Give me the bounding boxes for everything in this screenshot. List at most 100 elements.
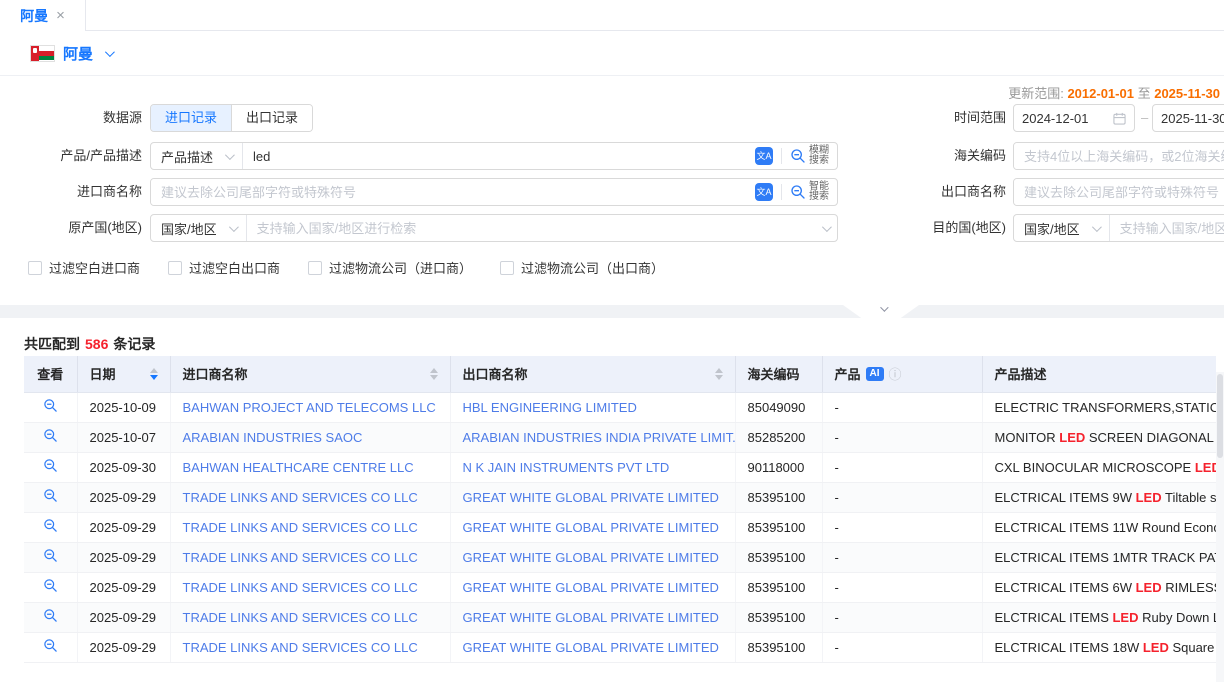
exporter-link[interactable]: HBL ENGINEERING LIMITED (463, 400, 637, 415)
importer-link[interactable]: TRADE LINKS AND SERVICES CO LLC (183, 610, 418, 625)
col-importer[interactable]: 进口商名称 (170, 356, 450, 392)
tab-oman[interactable]: 阿曼 × (0, 0, 86, 31)
filter-checkbox[interactable]: 过滤空白出口商 (168, 258, 280, 277)
vertical-scrollbar[interactable] (1216, 372, 1224, 682)
table-row: 2025-09-29 TRADE LINKS AND SERVICES CO L… (24, 542, 1216, 572)
sort-icon-date[interactable] (150, 368, 158, 380)
view-record-button[interactable] (43, 398, 58, 413)
calendar-icon (1113, 112, 1126, 125)
time-range-start-value: 2024-12-01 (1022, 111, 1089, 126)
importer-name-input[interactable] (151, 179, 755, 205)
view-record-button[interactable] (43, 488, 58, 503)
filter-checkbox[interactable]: 过滤物流公司（进口商） (308, 258, 472, 277)
checkbox-icon[interactable] (168, 261, 182, 275)
product-description: MONITOR LED SCREEN DIAGONAL S... (982, 422, 1216, 452)
checkbox-icon[interactable] (28, 261, 42, 275)
filter-checkbox[interactable]: 过滤物流公司（出口商） (500, 258, 664, 277)
importer-link[interactable]: ARABIAN INDUSTRIES SAOC (183, 430, 363, 445)
view-record-button[interactable] (43, 578, 58, 593)
translate-icon[interactable]: 文A (755, 147, 773, 165)
record-date: 2025-09-29 (77, 602, 170, 632)
importer-link[interactable]: BAHWAN HEALTHCARE CENTRE LLC (183, 460, 414, 475)
importer-link[interactable]: TRADE LINKS AND SERVICES CO LLC (183, 640, 418, 655)
time-range-end-input[interactable]: 2025-11-30 (1152, 104, 1224, 132)
info-icon[interactable]: ⓘ (889, 364, 902, 383)
col-view: 查看 (24, 356, 77, 392)
update-range-to: 2025-11-30 (1154, 86, 1220, 101)
exporter-link[interactable]: GREAT WHITE GLOBAL PRIVATE LIMITED (463, 520, 719, 535)
product-cell: - (822, 632, 982, 662)
tab-import-records[interactable]: 进口记录 (151, 105, 231, 131)
view-record-button[interactable] (43, 548, 58, 563)
smart-search-button[interactable]: 智能 搜索 (790, 182, 829, 202)
importer-link[interactable]: BAHWAN PROJECT AND TELECOMS LLC (183, 400, 436, 415)
exporter-link[interactable]: GREAT WHITE GLOBAL PRIVATE LIMITED (463, 490, 719, 505)
data-source-label: 数据源 (0, 104, 142, 132)
table-row: 2025-09-29 TRADE LINKS AND SERVICES CO L… (24, 512, 1216, 542)
results-panel: 共匹配到586条记录 查看 日期 进口商名称 出口商 (0, 318, 1224, 682)
table-row: 2025-10-09 BAHWAN PROJECT AND TELECOMS L… (24, 392, 1216, 422)
translate-icon[interactable]: 文A (755, 183, 773, 201)
origin-country-input[interactable] (247, 215, 818, 241)
filter-checkbox[interactable]: 过滤空白进口商 (28, 258, 140, 277)
sort-icon-importer[interactable] (430, 368, 438, 380)
exporter-link[interactable]: GREAT WHITE GLOBAL PRIVATE LIMITED (463, 640, 719, 655)
product-cell: - (822, 482, 982, 512)
magnifier-icon (43, 638, 58, 653)
destination-group: 国家/地区 (1013, 214, 1224, 242)
record-date: 2025-09-29 (77, 482, 170, 512)
hs-code-input-group (1013, 142, 1224, 170)
magnifier-icon (43, 488, 58, 503)
exporter-link[interactable]: ARABIAN INDUSTRIES INDIA PRIVATE LIMIT..… (463, 430, 736, 445)
destination-select[interactable]: 国家/地区 (1014, 215, 1110, 241)
exporter-label: 出口商名称 (880, 178, 1006, 206)
col-date[interactable]: 日期 (77, 356, 170, 392)
hs-code-value: 85285200 (735, 422, 822, 452)
country-name[interactable]: 阿曼 (63, 43, 93, 64)
hs-code-label: 海关编码 (880, 142, 1006, 170)
exporter-link[interactable]: GREAT WHITE GLOBAL PRIVATE LIMITED (463, 580, 719, 595)
fuzzy-search-button[interactable]: 模糊 搜索 (790, 146, 829, 166)
close-icon[interactable]: × (56, 8, 65, 23)
time-range-label: 时间范围 (880, 104, 1006, 132)
checkbox-icon[interactable] (308, 261, 322, 275)
importer-link[interactable]: TRADE LINKS AND SERVICES CO LLC (183, 550, 418, 565)
chevron-down-icon[interactable] (105, 47, 115, 57)
origin-country-select[interactable]: 国家/地区 (151, 215, 247, 241)
hs-code-value: 85049090 (735, 392, 822, 422)
exporter-link[interactable]: GREAT WHITE GLOBAL PRIVATE LIMITED (463, 610, 719, 625)
checkbox-icon[interactable] (500, 261, 514, 275)
record-date: 2025-09-29 (77, 542, 170, 572)
table-row: 2025-09-29 TRADE LINKS AND SERVICES CO L… (24, 572, 1216, 602)
exporter-link[interactable]: N K JAIN INSTRUMENTS PVT LTD (463, 460, 670, 475)
product-type-select[interactable]: 产品描述 (151, 143, 243, 169)
exporter-link[interactable]: GREAT WHITE GLOBAL PRIVATE LIMITED (463, 550, 719, 565)
col-product: 产品 AI ⓘ (822, 356, 982, 392)
col-exporter[interactable]: 出口商名称 (450, 356, 735, 392)
view-record-button[interactable] (43, 458, 58, 473)
product-description: ELCTRICAL ITEMS 9W LED Tiltable sp... (982, 482, 1216, 512)
oman-flag-icon (30, 45, 55, 62)
tab-export-records[interactable]: 出口记录 (231, 105, 312, 131)
product-search-input[interactable] (243, 143, 755, 169)
hs-code-value: 85395100 (735, 542, 822, 572)
time-range-start-input[interactable]: 2024-12-01 (1013, 104, 1135, 132)
update-range-from: 2012-01-01 (1067, 86, 1134, 101)
importer-link[interactable]: TRADE LINKS AND SERVICES CO LLC (183, 520, 418, 535)
collapse-form-button[interactable] (843, 305, 919, 318)
view-record-button[interactable] (43, 608, 58, 623)
view-record-button[interactable] (43, 428, 58, 443)
sort-icon-exporter[interactable] (715, 368, 723, 380)
importer-link[interactable]: TRADE LINKS AND SERVICES CO LLC (183, 580, 418, 595)
exporter-name-input[interactable] (1014, 179, 1224, 205)
magnifier-icon (43, 608, 58, 623)
table-row: 2025-10-07 ARABIAN INDUSTRIES SAOC ARABI… (24, 422, 1216, 452)
view-record-button[interactable] (43, 638, 58, 653)
importer-link[interactable]: TRADE LINKS AND SERVICES CO LLC (183, 490, 418, 505)
hs-code-input[interactable] (1014, 143, 1224, 169)
hs-code-value: 85395100 (735, 572, 822, 602)
col-description: 产品描述 (982, 356, 1216, 392)
origin-country-label: 原产国(地区) (0, 214, 142, 242)
destination-input[interactable] (1110, 215, 1224, 241)
view-record-button[interactable] (43, 518, 58, 533)
